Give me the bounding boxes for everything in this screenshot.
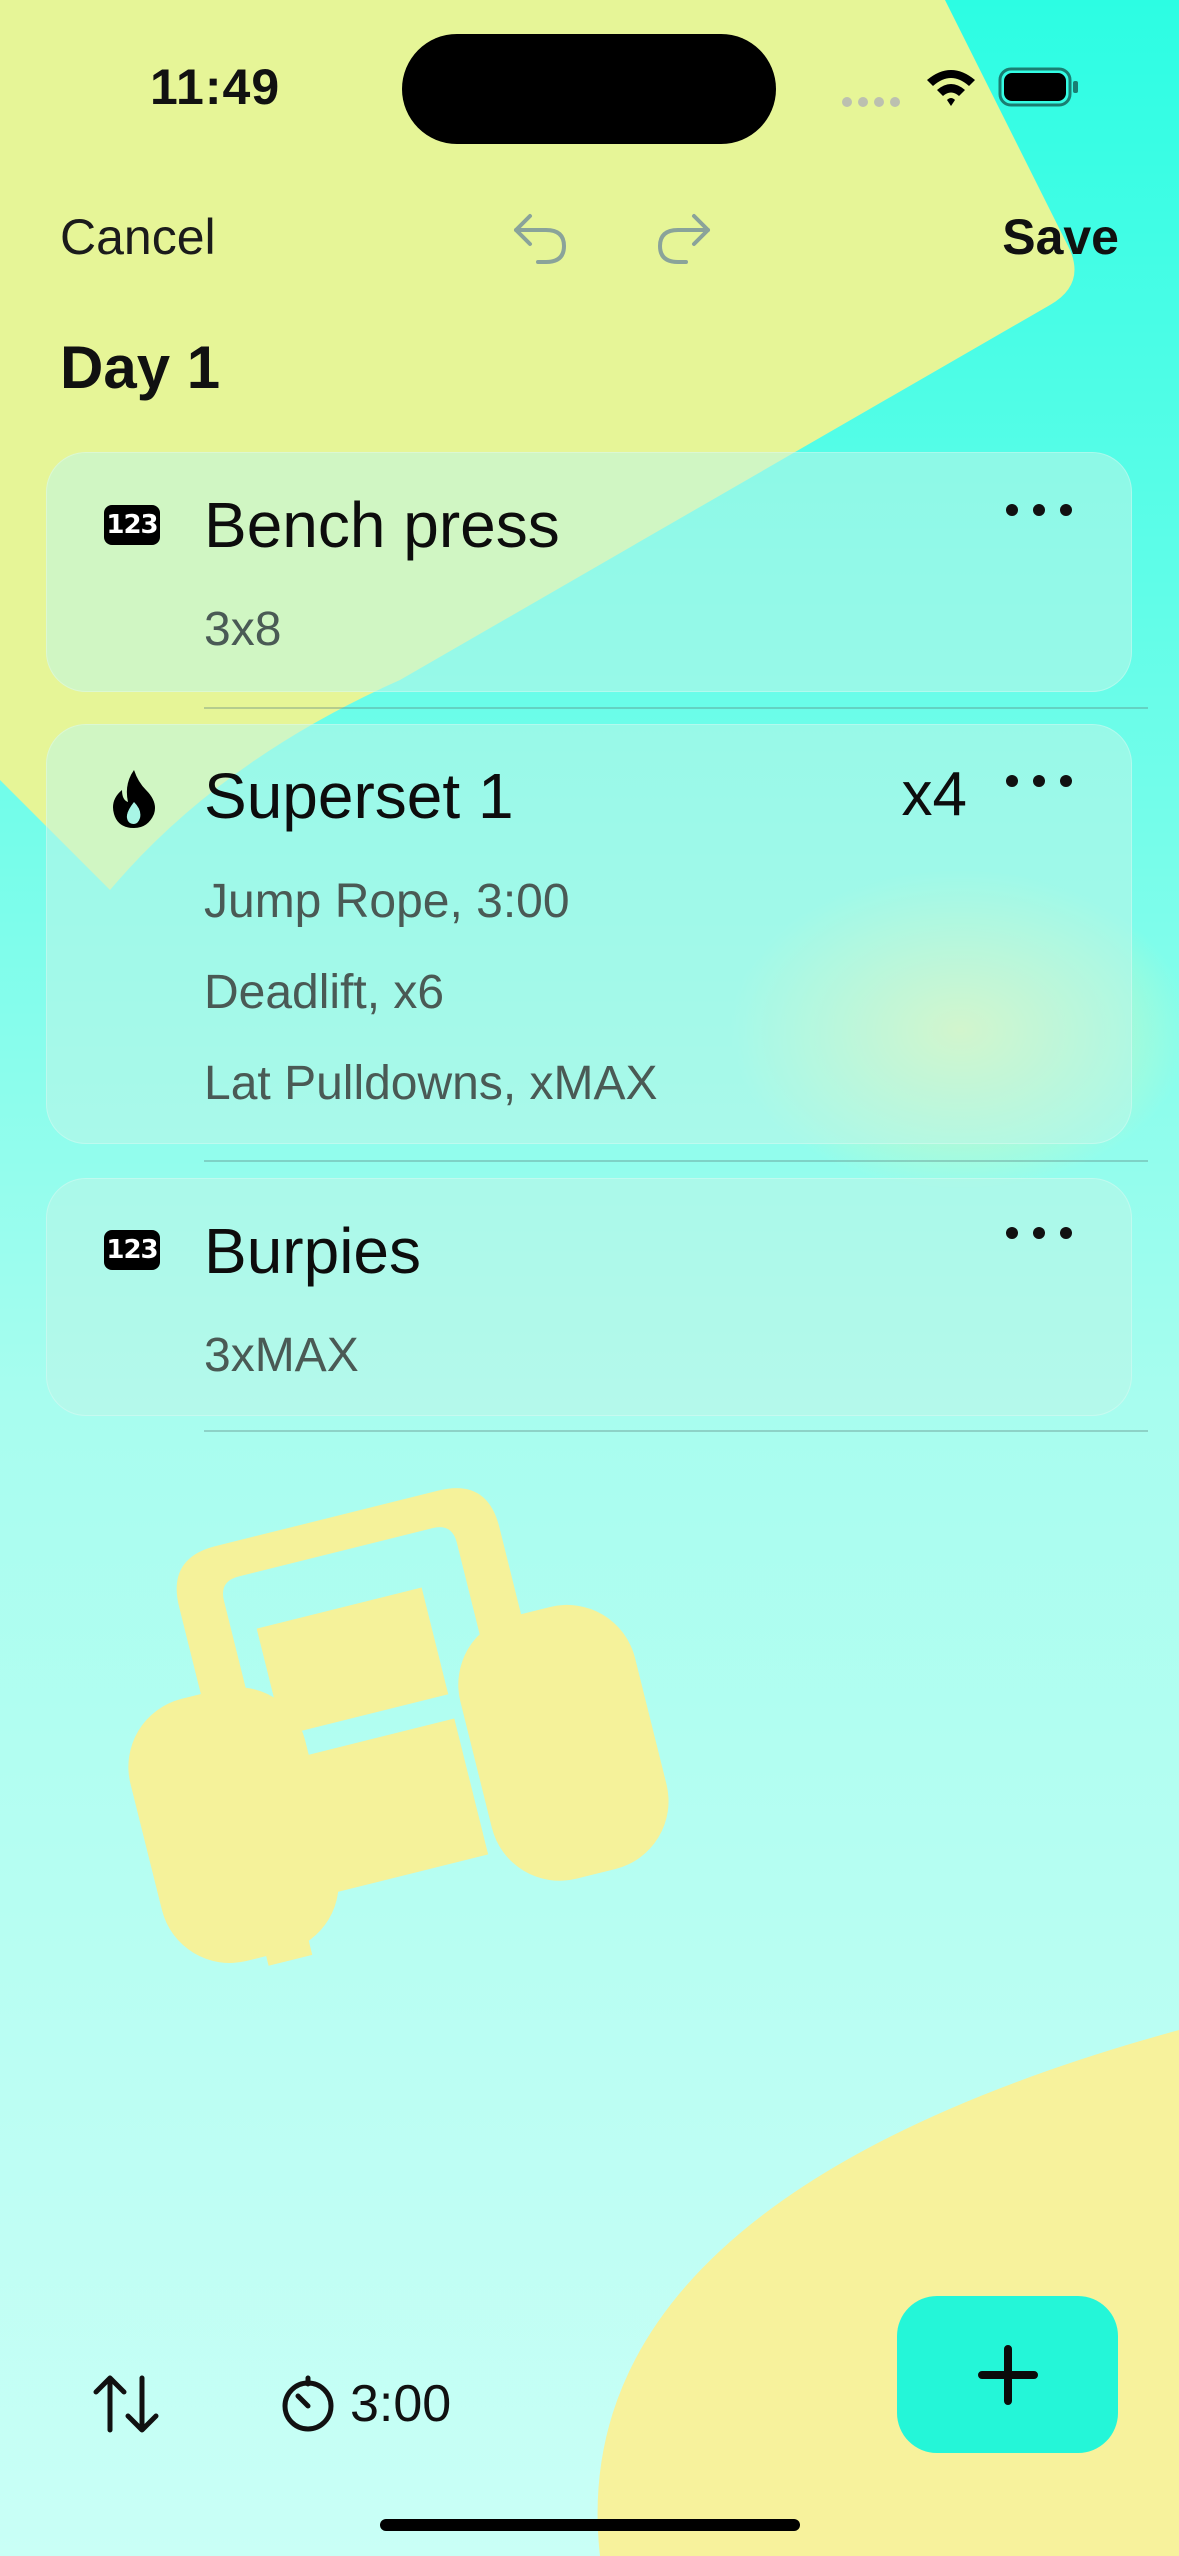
divider — [204, 1160, 1148, 1162]
redo-icon[interactable] — [652, 206, 716, 270]
dynamic-island — [402, 34, 776, 144]
wifi-icon — [927, 70, 975, 106]
status-time: 11:49 — [150, 59, 281, 115]
divider — [204, 1430, 1148, 1432]
exercise-detail: Deadlift, x6 — [204, 966, 445, 1019]
battery-icon — [998, 67, 1078, 107]
cancel-button[interactable]: Cancel — [60, 208, 216, 266]
exercise-title: Superset 1 — [204, 760, 514, 832]
cellular-signal-icon — [842, 94, 906, 112]
flame-icon — [113, 770, 155, 828]
more-options-button[interactable] — [1006, 1218, 1072, 1248]
page-title: Day 1 — [60, 334, 221, 401]
reorder-icon[interactable] — [88, 2366, 164, 2442]
exercise-detail: Lat Pulldowns, xMAX — [204, 1057, 658, 1110]
numbers-icon: 123 — [104, 505, 160, 545]
rest-timer-value: 3:00 — [350, 2375, 452, 2433]
exercise-title: Bench press — [204, 489, 560, 561]
exercise-title: Burpies — [204, 1215, 421, 1287]
rest-timer-button[interactable]: 3:00 — [280, 2366, 451, 2442]
plus-icon — [977, 2344, 1038, 2405]
undo-icon[interactable] — [508, 206, 572, 270]
exercise-detail: 3xMAX — [204, 1329, 359, 1382]
add-exercise-button[interactable] — [897, 2296, 1118, 2453]
superset-rounds: x4 — [901, 760, 967, 829]
exercise-detail: 3x8 — [204, 603, 282, 656]
more-options-button[interactable] — [1006, 495, 1072, 525]
home-indicator — [380, 2519, 800, 2531]
more-options-button[interactable] — [1006, 766, 1072, 796]
timer-icon — [282, 2375, 334, 2432]
numbers-icon: 123 — [104, 1230, 160, 1270]
exercise-detail: Jump Rope, 3:00 — [204, 875, 570, 928]
divider — [204, 707, 1148, 709]
save-button[interactable]: Save — [1002, 208, 1119, 266]
